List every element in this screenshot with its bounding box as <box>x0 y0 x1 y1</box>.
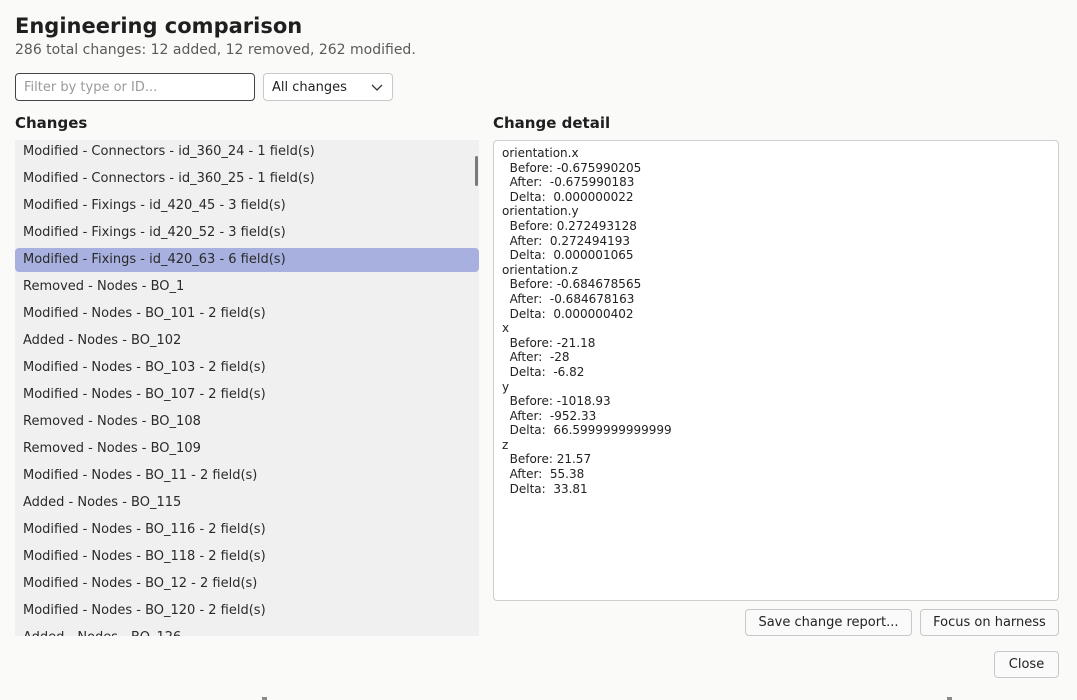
change-detail-text: orientation.x Before: -0.675990205 After… <box>502 146 672 496</box>
change-list-item[interactable]: Modified - Connectors - id_360_24 - 1 fi… <box>15 140 479 164</box>
focus-on-harness-button[interactable]: Focus on harness <box>920 609 1059 636</box>
change-summary: 286 total changes: 12 added, 12 removed,… <box>15 42 416 58</box>
change-detail-panel[interactable]: orientation.x Before: -0.675990205 After… <box>493 140 1059 601</box>
changes-list[interactable]: Modified - Connectors - id_360_24 - 1 fi… <box>15 140 479 636</box>
change-list-item[interactable]: Modified - Fixings - id_420_45 - 3 field… <box>15 194 479 218</box>
change-list-item[interactable]: Modified - Connectors - id_360_25 - 1 fi… <box>15 167 479 191</box>
change-type-select[interactable]: All changes <box>263 73 393 101</box>
changes-scrollbar[interactable] <box>475 156 478 186</box>
save-change-report-button[interactable]: Save change report... <box>745 609 912 636</box>
filter-input[interactable] <box>15 73 255 101</box>
change-list-item[interactable]: Modified - Nodes - BO_120 - 2 field(s) <box>15 599 479 623</box>
change-list-item[interactable]: Modified - Fixings - id_420_63 - 6 field… <box>15 248 479 272</box>
changes-label: Changes <box>15 114 88 132</box>
change-list-item[interactable]: Modified - Nodes - BO_118 - 2 field(s) <box>15 545 479 569</box>
close-button[interactable]: Close <box>994 651 1059 678</box>
change-list-item[interactable]: Modified - Nodes - BO_103 - 2 field(s) <box>15 356 479 380</box>
change-list-item[interactable]: Added - Nodes - BO_126 <box>15 626 479 636</box>
change-list-item[interactable]: Removed - Nodes - BO_1 <box>15 275 479 299</box>
change-list-item[interactable]: Modified - Fixings - id_420_52 - 3 field… <box>15 221 479 245</box>
change-list-item[interactable]: Modified - Nodes - BO_11 - 2 field(s) <box>15 464 479 488</box>
dialog-title: Engineering comparison <box>15 14 303 38</box>
change-list-item[interactable]: Modified - Nodes - BO_12 - 2 field(s) <box>15 572 479 596</box>
chevron-down-icon <box>371 84 383 91</box>
change-type-select-value: All changes <box>272 79 347 95</box>
change-list-item[interactable]: Added - Nodes - BO_115 <box>15 491 479 515</box>
change-list-item[interactable]: Added - Nodes - BO_102 <box>15 329 479 353</box>
change-list-item[interactable]: Removed - Nodes - BO_109 <box>15 437 479 461</box>
change-list-item[interactable]: Modified - Nodes - BO_107 - 2 field(s) <box>15 383 479 407</box>
change-list-item[interactable]: Modified - Nodes - BO_101 - 2 field(s) <box>15 302 479 326</box>
change-list-item[interactable]: Removed - Nodes - BO_108 <box>15 410 479 434</box>
change-list-item[interactable]: Modified - Nodes - BO_116 - 2 field(s) <box>15 518 479 542</box>
change-detail-label: Change detail <box>493 114 611 132</box>
